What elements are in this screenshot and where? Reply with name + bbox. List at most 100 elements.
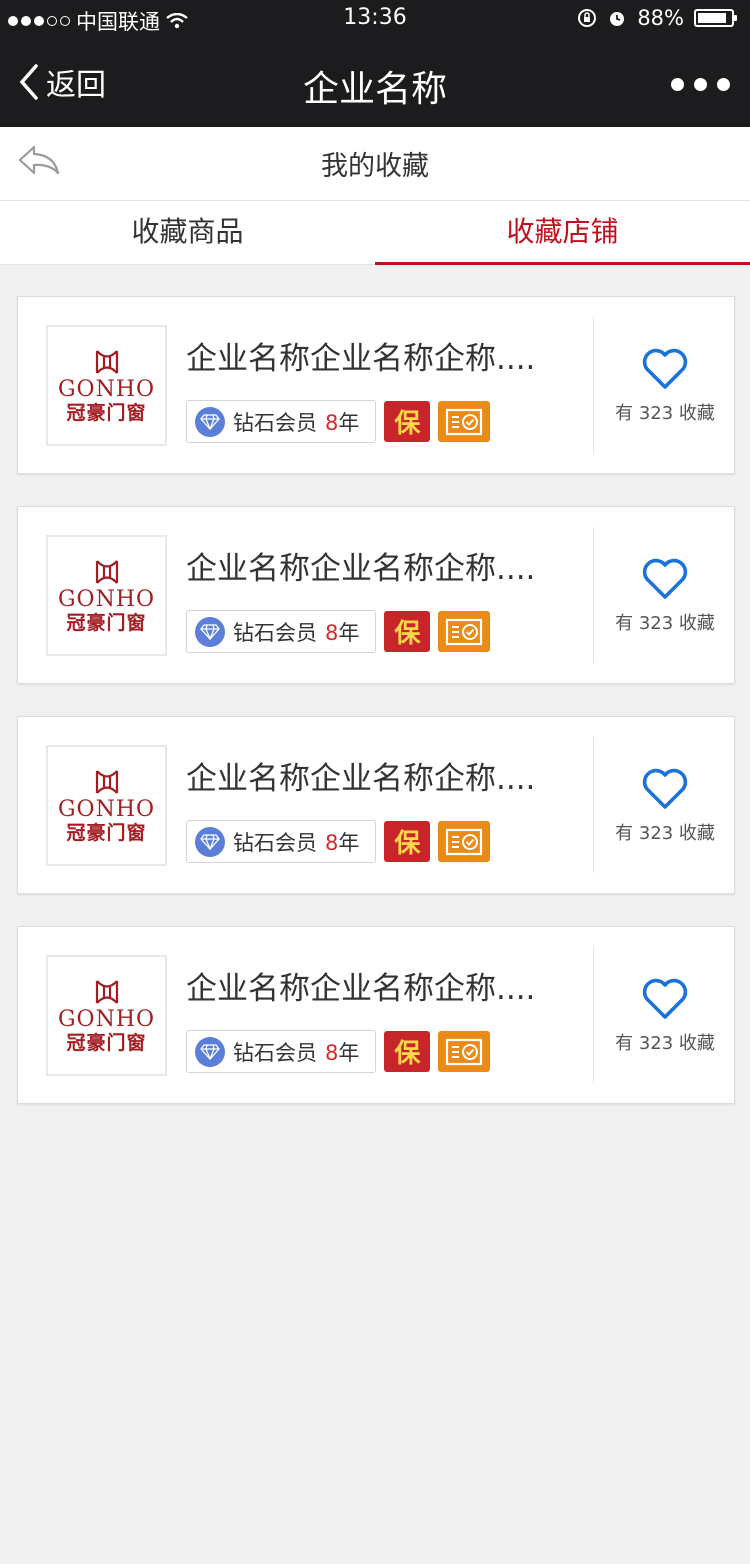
favorite-suffix: 收藏 (678, 613, 715, 634)
logo-text-cn: 冠豪门窗 (66, 611, 147, 634)
store-badges: 钻石会员 8年 保 (186, 400, 491, 443)
member-years-number: 8 (325, 830, 339, 855)
gonho-logo-mark-icon (95, 559, 118, 584)
favorite-prefix: 有 (615, 613, 634, 634)
member-years: 8年 (325, 827, 359, 857)
heart-icon[interactable] (640, 977, 690, 1021)
logo-text-cn: 冠豪门窗 (66, 1031, 147, 1054)
favorite-prefix: 有 (615, 403, 634, 424)
store-badges: 钻石会员 8年 保 (186, 610, 491, 653)
member-years-unit: 年 (338, 410, 360, 435)
member-years: 8年 (325, 617, 359, 647)
favorite-area[interactable]: 有 323 收藏 (594, 557, 736, 635)
member-years-unit: 年 (338, 830, 360, 855)
favorite-area[interactable]: 有 323 收藏 (594, 767, 736, 845)
favorite-count: 323 (638, 403, 674, 424)
favorite-count: 323 (638, 823, 674, 844)
certified-icon (438, 1031, 491, 1072)
store-logo: GONHO 冠豪门窗 (46, 955, 167, 1076)
more-dot-icon (717, 78, 730, 91)
certified-icon (438, 611, 491, 652)
member-years-unit: 年 (338, 620, 360, 645)
nav-bar: 返回 企业名称 (0, 38, 750, 127)
member-level: 钻石会员 (233, 830, 317, 855)
favorite-count: 323 (638, 1033, 674, 1054)
store-card[interactable]: GONHO 冠豪门窗 企业名称企业名称企称.... 钻石会员 8年 保 有 32… (17, 296, 735, 474)
rotation-lock-icon (578, 9, 597, 27)
certified-icon (438, 401, 491, 442)
status-bar: 中国联通 13:36 88% (0, 0, 750, 38)
gonho-logo-mark-icon (95, 769, 118, 794)
page-title: 企业名称 (302, 69, 447, 110)
certified-icon (438, 821, 491, 862)
store-badges: 钻石会员 8年 保 (186, 820, 491, 863)
more-dot-icon (694, 78, 707, 91)
store-logo: GONHO 冠豪门窗 (46, 325, 167, 446)
heart-icon[interactable] (640, 767, 690, 811)
heart-icon[interactable] (640, 557, 690, 601)
store-logo: GONHO 冠豪门窗 (46, 535, 167, 656)
guarantee-badge: 保 (384, 821, 431, 862)
member-years: 8年 (325, 407, 359, 437)
favorite-count: 323 (638, 613, 674, 634)
sub-header: 我的收藏 (0, 127, 750, 201)
member-years-number: 8 (325, 620, 339, 645)
favorite-prefix: 有 (615, 823, 634, 844)
member-level: 钻石会员 (233, 620, 317, 645)
favorite-suffix: 收藏 (678, 823, 715, 844)
store-logo: GONHO 冠豪门窗 (46, 745, 167, 866)
store-name: 企业名称企业名称企称.... (186, 551, 536, 587)
member-level: 钻石会员 (233, 410, 317, 435)
alarm-icon (610, 12, 625, 26)
store-card[interactable]: GONHO 冠豪门窗 企业名称企业名称企称.... 钻石会员 8年 保 有 32… (17, 926, 735, 1104)
status-right: 88% (577, 6, 737, 30)
favorite-area[interactable]: 有 323 收藏 (594, 347, 736, 425)
logo-text-en: GONHO (57, 796, 156, 822)
store-card[interactable]: GONHO 冠豪门窗 企业名称企业名称企称.... 钻石会员 8年 保 有 32… (17, 506, 735, 684)
favorite-count-text: 有 323 收藏 (594, 1029, 736, 1055)
member-badge: 钻石会员 8年 (186, 1030, 377, 1073)
guarantee-badge: 保 (384, 401, 431, 442)
member-years: 8年 (325, 1037, 359, 1067)
favorite-count-text: 有 323 收藏 (594, 819, 736, 845)
logo-text-en: GONHO (57, 376, 156, 402)
tab-favorite-products[interactable]: 收藏商品 (0, 201, 375, 264)
battery-level (698, 13, 727, 23)
store-card[interactable]: GONHO 冠豪门窗 企业名称企业名称企称.... 钻石会员 8年 保 有 32… (17, 716, 735, 894)
gonho-logo-mark-icon (95, 349, 118, 374)
store-name: 企业名称企业名称企称.... (186, 341, 536, 377)
member-badge: 钻石会员 8年 (186, 820, 377, 863)
favorite-area[interactable]: 有 323 收藏 (594, 977, 736, 1055)
store-name: 企业名称企业名称企称.... (186, 761, 536, 797)
store-name: 企业名称企业名称企称.... (186, 971, 536, 1007)
guarantee-badge: 保 (384, 1031, 431, 1072)
favorite-count-text: 有 323 收藏 (594, 609, 736, 635)
member-level: 钻石会员 (233, 1040, 317, 1065)
heart-icon[interactable] (640, 347, 690, 391)
diamond-icon (195, 616, 225, 647)
logo-text-en: GONHO (57, 586, 156, 612)
member-badge: 钻石会员 8年 (186, 610, 377, 653)
diamond-icon (195, 826, 225, 857)
logo-text-en: GONHO (57, 1006, 156, 1032)
favorite-count-text: 有 323 收藏 (594, 399, 736, 425)
more-button[interactable] (671, 78, 730, 91)
tab-favorite-stores[interactable]: 收藏店铺 (375, 201, 750, 265)
more-dot-icon (671, 78, 684, 91)
tab-bar: 收藏商品 收藏店铺 (0, 201, 750, 265)
battery-percent: 88% (637, 6, 684, 30)
logo-text-cn: 冠豪门窗 (66, 401, 147, 424)
gonho-logo-mark-icon (95, 979, 118, 1004)
member-years-unit: 年 (338, 1040, 360, 1065)
favorite-suffix: 收藏 (678, 1033, 715, 1054)
member-years-number: 8 (325, 1040, 339, 1065)
member-badge: 钻石会员 8年 (186, 400, 377, 443)
top-bar: 中国联通 13:36 88% 返回 企业名称 (0, 0, 750, 127)
battery-icon (694, 9, 737, 27)
guarantee-badge: 保 (384, 611, 431, 652)
store-badges: 钻石会员 8年 保 (186, 1030, 491, 1073)
diamond-icon (195, 1036, 225, 1067)
logo-text-cn: 冠豪门窗 (66, 821, 147, 844)
store-list: GONHO 冠豪门窗 企业名称企业名称企称.... 钻石会员 8年 保 有 32… (17, 296, 735, 1136)
favorite-suffix: 收藏 (678, 403, 715, 424)
